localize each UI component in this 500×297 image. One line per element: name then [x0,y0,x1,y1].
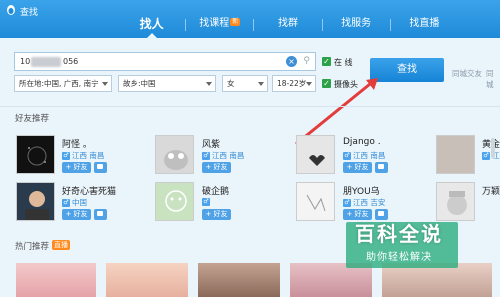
friend-name[interactable]: 阿怪 。 [62,137,92,150]
friend-name[interactable]: 朋YOU乌 [343,184,380,197]
divider [0,106,500,107]
qq-penguin-icon [7,5,15,15]
location-select[interactable]: 所在地:中国, 广西, 南宁 [14,75,112,92]
friend-name[interactable]: 风紫 [202,137,220,150]
add-friend-button[interactable]: + 好友 [202,209,231,220]
keyword-blur [31,57,61,67]
friend-name[interactable]: 好奇心害死猫 [62,184,116,197]
side-link-city-friends[interactable]: 同城交友 [452,68,482,79]
avatar[interactable] [436,135,475,174]
online-label: 在 线 [334,58,353,67]
keyword-input[interactable]: 10 056 × ⚲ [14,52,316,71]
location-pin-icon[interactable]: ⚲ [303,56,310,66]
avatar[interactable] [436,182,475,221]
friend-location: ♂ 江西 南昌 [62,151,105,160]
chevron-down-icon [258,82,264,86]
avatar[interactable] [296,182,335,221]
male-icon: ♂ [62,199,70,207]
friend-name[interactable]: 破企鹅 [202,184,229,197]
avatar[interactable] [16,135,55,174]
message-icon[interactable] [94,209,107,220]
add-friend-button[interactable]: + 好友 [202,162,231,173]
friends-title: 好友推荐 [15,114,50,124]
avatar[interactable] [296,135,335,174]
friend-name[interactable]: 万颖 [482,184,500,197]
location-value: 所在地:中国, 广西, 南宁 [19,79,99,88]
friend-location: ♂ 江西 南昌 [202,151,245,160]
male-icon: ♂ [482,152,490,160]
live-thumbnail[interactable] [16,263,96,297]
tab-find-people[interactable]: 找人 [118,14,185,38]
hot-title: 热门推荐 [15,242,50,252]
avatar[interactable] [155,182,194,221]
friend-location: ♂ 江西 南昌 [343,151,386,160]
scrollbar[interactable] [491,138,495,158]
friend-location: ♂ [202,197,212,206]
live-thumbnail[interactable] [106,263,188,297]
watermark-subtitle: 助你轻松解决 [366,252,432,263]
male-icon: ♂ [202,198,210,206]
message-icon[interactable] [94,162,107,173]
new-badge: 新 [230,18,241,26]
window-title: 查找 [20,8,39,18]
male-icon: ♂ [343,199,351,207]
male-icon: ♂ [62,152,70,160]
tab-find-groups[interactable]: 找群 [254,14,321,36]
live-badge: 直播 [52,240,70,250]
male-icon: ♂ [202,152,210,160]
watermark: 百科全说 助你轻松解决 [334,218,464,272]
avatar[interactable] [16,182,55,221]
gender-select[interactable]: 女 [222,75,268,92]
clear-icon[interactable]: × [286,56,297,67]
chevron-down-icon [102,82,108,86]
message-icon[interactable] [375,162,388,173]
side-link-city[interactable]: 同城 [486,68,500,90]
title-bar: 查找 找人 找课程新 找群 找服务 找直播 [0,0,500,38]
add-friend-button[interactable]: + 好友 [343,162,372,173]
tab-find-courses[interactable]: 找课程新 [186,14,253,36]
watermark-title: 百科全说 [355,222,443,246]
tab-find-services[interactable]: 找服务 [323,14,390,36]
live-thumbnail[interactable] [198,263,280,297]
chevron-down-icon [206,82,212,86]
friend-location: ♂ 中国 [62,198,87,207]
friend-location: ♂ 江西 吉安 [343,198,386,207]
tab-find-live[interactable]: 找直播 [391,14,458,36]
friend-name[interactable]: Django . [343,137,381,147]
online-checkbox[interactable]: ✓ [322,57,331,66]
nav-tabs: 找人 找课程新 找群 找服务 找直播 [118,14,458,38]
avatar[interactable] [155,135,194,174]
hometown-value: 故乡:中国 [123,79,156,88]
male-icon: ♂ [343,152,351,160]
keyword-suffix: 056 [63,57,79,66]
add-friend-button[interactable]: + 好友 [62,209,91,220]
add-friend-button[interactable]: + 好友 [62,162,91,173]
keyword-prefix: 10 [20,57,31,66]
gender-value: 女 [227,79,235,88]
hometown-select[interactable]: 故乡:中国 [118,75,216,92]
